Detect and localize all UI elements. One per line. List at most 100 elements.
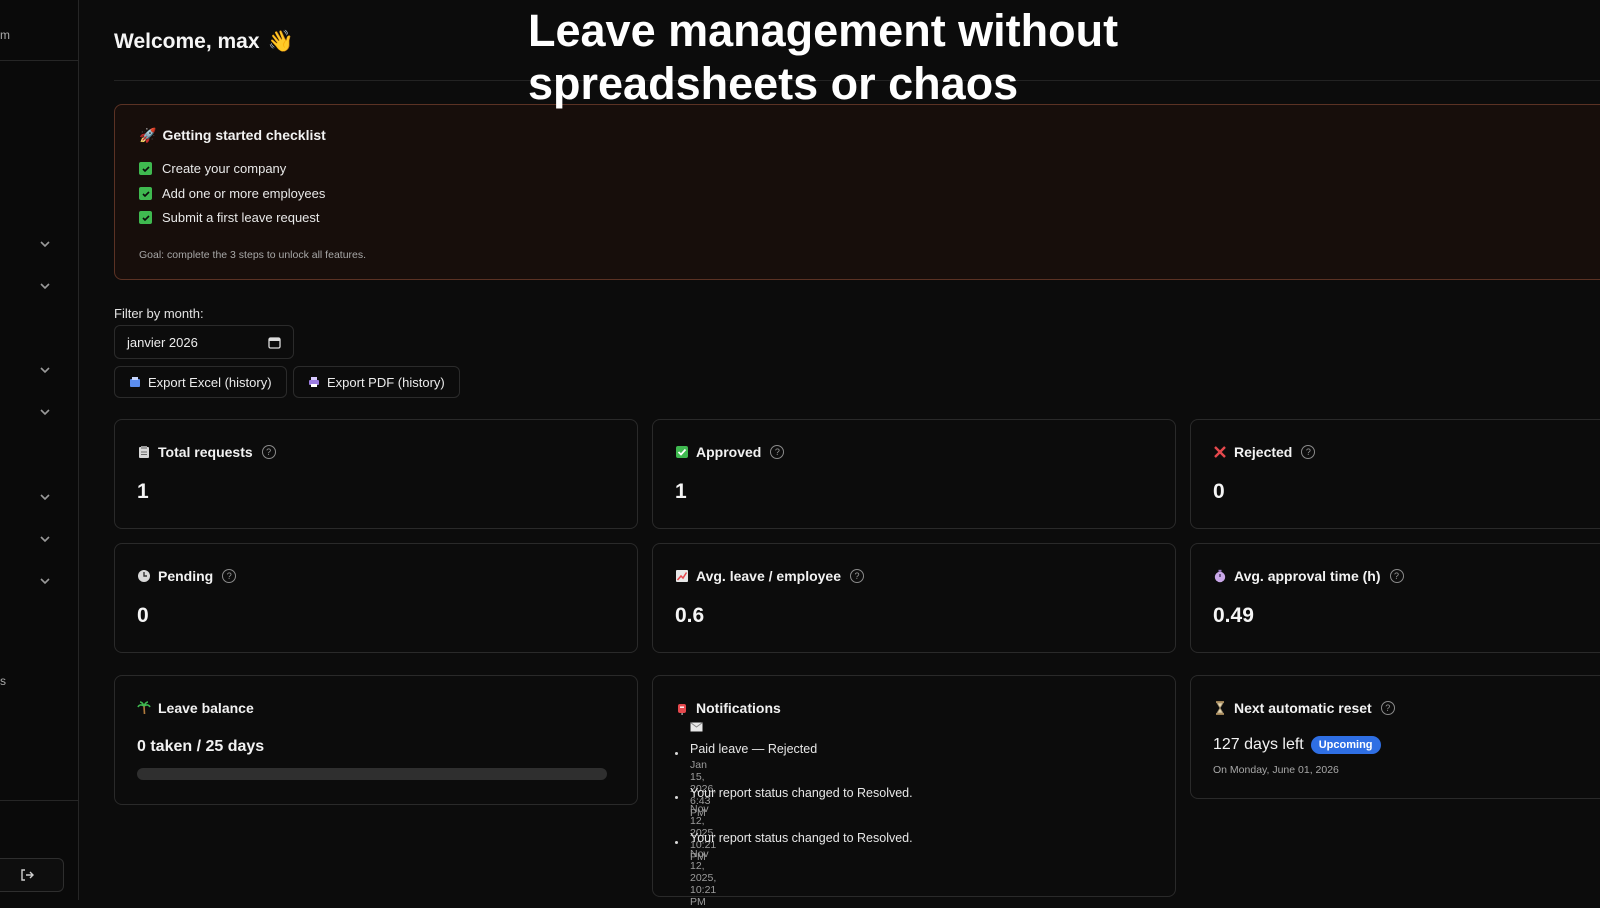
avg-leave-card: Avg. leave / employee? 0.6 — [652, 543, 1176, 653]
chevron-down-icon[interactable] — [38, 237, 52, 251]
card-title: Leave balance — [137, 700, 254, 716]
card-title: Pending? — [137, 568, 237, 584]
card-title: Approved? — [675, 444, 785, 460]
help-icon[interactable]: ? — [850, 569, 864, 583]
checkbox-checked-icon[interactable] — [139, 211, 152, 224]
card-title: Notifications — [675, 700, 781, 716]
total-requests-value: 1 — [137, 480, 149, 503]
envelope-icon — [690, 722, 703, 732]
excel-icon — [129, 376, 141, 388]
hourglass-icon — [1213, 701, 1227, 715]
marketing-headline: Leave management without spreadsheets or… — [528, 5, 1119, 109]
checklist-item-label: Add one or more employees — [162, 186, 326, 201]
checklist-item-label: Create your company — [162, 161, 287, 176]
help-icon[interactable]: ? — [770, 445, 785, 459]
avg-approval-value: 0.49 — [1213, 604, 1254, 627]
pending-value: 0 — [137, 604, 149, 627]
total-requests-card: Total requests? 1 — [114, 419, 638, 529]
card-title: Avg. leave / employee? — [675, 568, 864, 584]
chevron-down-icon[interactable] — [38, 490, 52, 504]
sidebar: m s — [0, 0, 79, 900]
rejected-label: Rejected — [1234, 444, 1293, 460]
export-excel-label: Export Excel (history) — [148, 374, 272, 390]
notifications-card: Notifications Paid leave — Rejected Jan … — [652, 675, 1176, 908]
getting-started-checklist: 🚀 Getting started checklist Create your c… — [114, 104, 1600, 280]
help-icon[interactable]: ? — [261, 445, 276, 459]
total-requests-label: Total requests — [158, 444, 253, 460]
month-filter-input[interactable]: janvier 2026 — [114, 325, 294, 359]
checklist-title-text: Getting started checklist — [162, 127, 326, 143]
notifications-title: Notifications — [696, 700, 781, 716]
notification-date: Nov 12, 2025, 10:21 PM — [690, 848, 717, 908]
palm-tree-icon — [137, 701, 151, 715]
help-icon[interactable]: ? — [222, 569, 237, 583]
export-pdf-button[interactable]: Export PDF (history) — [293, 366, 460, 398]
help-icon[interactable]: ? — [1301, 445, 1316, 459]
card-title: Avg. approval time (h)? — [1213, 568, 1404, 584]
check-box-icon — [675, 445, 689, 459]
sidebar-divider — [0, 60, 78, 61]
rocket-icon: 🚀 — [139, 127, 157, 143]
stopwatch-icon — [1213, 569, 1227, 583]
days-left: 127 days left — [1213, 736, 1304, 753]
help-icon[interactable]: ? — [1389, 569, 1404, 583]
checklist-item-label: Submit a first leave request — [162, 210, 320, 225]
reset-date: On Monday, June 01, 2026 — [1213, 764, 1339, 776]
checkbox-checked-icon[interactable] — [139, 187, 152, 200]
welcome-text: Welcome, max — [114, 30, 260, 53]
export-pdf-label: Export PDF (history) — [327, 374, 445, 390]
bullet — [675, 796, 678, 799]
approved-value: 1 — [675, 480, 687, 503]
chevron-down-icon[interactable] — [38, 405, 52, 419]
reset-line: 127 days left Upcoming — [1213, 736, 1381, 754]
checkbox-checked-icon[interactable] — [139, 162, 152, 175]
chevron-down-icon[interactable] — [38, 532, 52, 546]
leave-balance-title: Leave balance — [158, 700, 254, 716]
calendar-icon[interactable] — [268, 336, 281, 349]
avg-leave-label: Avg. leave / employee — [696, 568, 841, 584]
notification-text: Your report status changed to Resolved. — [690, 831, 913, 845]
bullet — [675, 841, 678, 844]
leave-balance-text: 0 taken / 25 days — [137, 738, 265, 755]
card-title: Rejected? — [1213, 444, 1316, 460]
sidebar-divider — [0, 800, 78, 801]
checklist-item: Submit a first leave request — [139, 210, 320, 225]
mailbox-icon — [675, 701, 689, 715]
checklist-title: 🚀 Getting started checklist — [139, 127, 326, 144]
checklist-item: Create your company — [139, 161, 286, 176]
checklist-goal: Goal: complete the 3 steps to unlock all… — [139, 249, 367, 261]
clock-icon — [137, 569, 151, 583]
logout-icon — [21, 869, 34, 881]
chart-increasing-icon — [675, 569, 689, 583]
avg-leave-value: 0.6 — [675, 604, 705, 627]
rejected-value: 0 — [1213, 480, 1225, 503]
bullet — [675, 752, 678, 755]
wave-emoji: 👋 — [267, 30, 294, 53]
sidebar-brand: m — [0, 28, 10, 42]
rejected-card: Rejected? 0 — [1190, 419, 1600, 529]
help-icon[interactable]: ? — [1380, 701, 1395, 715]
notification-text: Your report status changed to Resolved. — [690, 786, 913, 800]
pdf-icon — [308, 376, 320, 388]
leave-balance-card: Leave balance 0 taken / 25 days — [114, 675, 638, 805]
chevron-down-icon[interactable] — [38, 363, 52, 377]
card-title: Next automatic reset? — [1213, 700, 1395, 716]
welcome-heading: Welcome, max 👋 — [114, 30, 294, 54]
cross-mark-icon — [1213, 445, 1227, 459]
chevron-down-icon[interactable] — [38, 279, 52, 293]
chevron-down-icon[interactable] — [38, 574, 52, 588]
avg-approval-label: Avg. approval time (h) — [1234, 568, 1381, 584]
upcoming-badge: Upcoming — [1310, 736, 1381, 754]
export-excel-button[interactable]: Export Excel (history) — [114, 366, 287, 398]
filter-label: Filter by month: — [114, 306, 204, 321]
logout-button[interactable] — [0, 858, 64, 892]
card-title: Total requests? — [137, 444, 276, 460]
pending-label: Pending — [158, 568, 214, 584]
avg-approval-card: Avg. approval time (h)? 0.49 — [1190, 543, 1600, 653]
leave-balance-progress — [137, 768, 607, 780]
month-filter-value: janvier 2026 — [127, 334, 198, 350]
sidebar-mark: s — [0, 674, 6, 688]
notification-text: Paid leave — Rejected — [690, 742, 818, 756]
checklist-item: Add one or more employees — [139, 186, 325, 201]
next-reset-card: Next automatic reset? 127 days left Upco… — [1190, 675, 1600, 799]
